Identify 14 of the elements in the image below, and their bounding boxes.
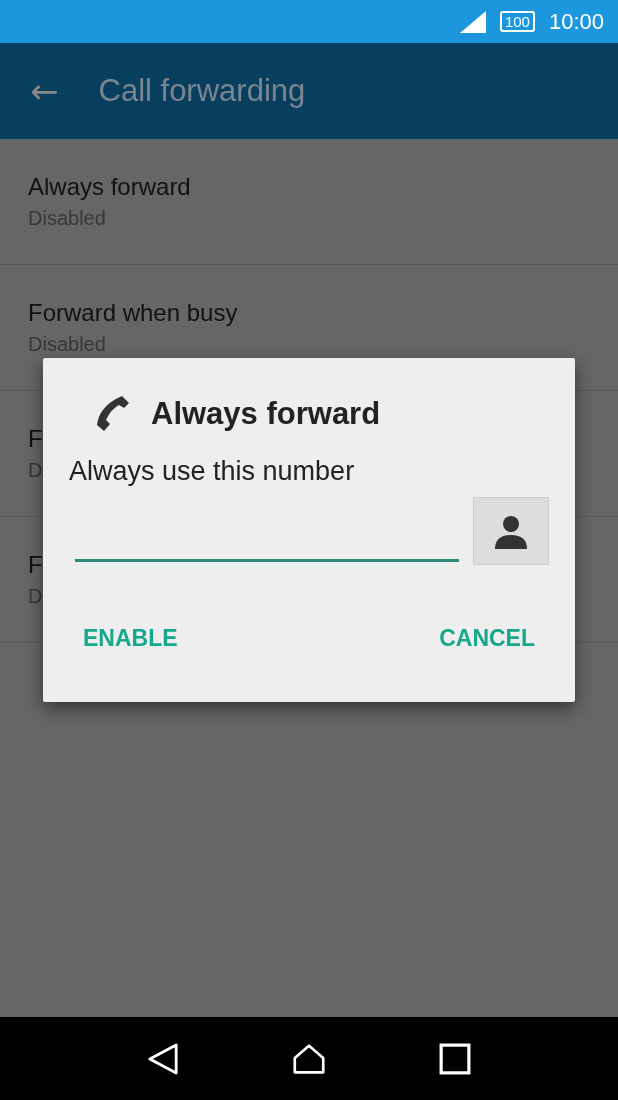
field-label: Always use this number (69, 456, 356, 487)
dialog-button[interactable]: CANCEL (425, 617, 549, 660)
signal-icon (459, 10, 486, 33)
back-button[interactable]: ← (30, 71, 59, 111)
person-icon (493, 513, 529, 549)
dialog-button[interactable]: ENABLE (69, 617, 192, 660)
dialog-title: Always forward (151, 396, 381, 432)
contact-picker-button[interactable] (473, 497, 549, 565)
recents-icon[interactable] (439, 1042, 471, 1075)
back-icon[interactable] (147, 1042, 179, 1075)
clock: 10:00 (548, 8, 604, 35)
screen-title: Call forwarding (98, 73, 306, 109)
home-icon[interactable] (293, 1042, 325, 1075)
battery-level: 100 (499, 11, 535, 32)
